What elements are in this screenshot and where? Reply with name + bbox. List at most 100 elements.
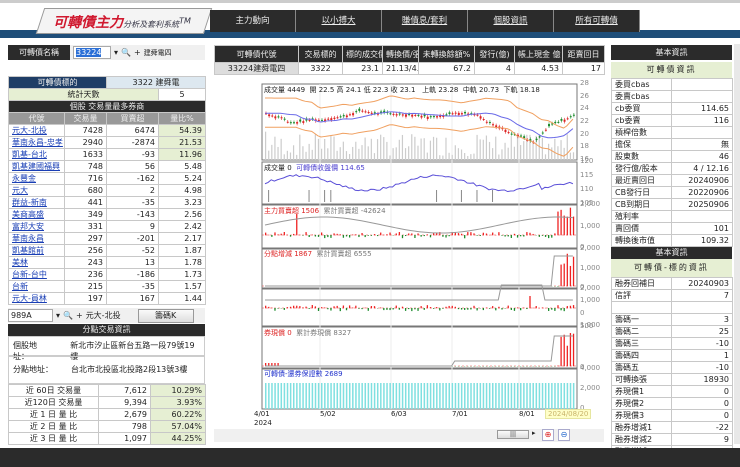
summary-cell: 23.1 xyxy=(342,62,383,75)
cb-search-input[interactable]: 33224 xyxy=(73,46,111,59)
y-tick: 1,000 xyxy=(580,263,601,272)
broker-row[interactable]: 群益-新南 441 -35 3.23 xyxy=(8,196,206,209)
broker-link[interactable]: 富邦大安 xyxy=(12,222,44,231)
volume-bar xyxy=(411,134,413,160)
broker-link[interactable]: 元大 xyxy=(12,186,28,195)
dropdown-icon[interactable]: ▾ xyxy=(56,311,60,320)
net-bar xyxy=(367,308,369,311)
broker-row[interactable]: 台新-台中 236 -186 1.73 xyxy=(8,268,206,281)
guarantee-bar xyxy=(516,383,519,409)
broker-link[interactable]: 元大-員林 xyxy=(12,294,47,303)
broker-row[interactable]: 凱基館前 256 -52 1.87 xyxy=(8,244,206,257)
broker-link[interactable]: 台新-台中 xyxy=(12,270,47,279)
candle-body xyxy=(479,116,482,119)
guarantee-bar xyxy=(311,383,314,409)
candle-body xyxy=(271,115,274,117)
broker-row[interactable]: 元大-員林 197 167 1.44 xyxy=(8,292,206,305)
target-value: 3322 建舜電 xyxy=(106,76,206,89)
net-bar xyxy=(330,308,332,311)
nav-small-big[interactable]: 以小搏大 xyxy=(296,10,382,32)
guarantee-bar xyxy=(370,383,373,409)
volume-bar xyxy=(501,149,503,160)
net-bar xyxy=(566,216,568,236)
guarantee-bar xyxy=(488,383,491,409)
broker-row[interactable]: 美商高盛 349 -143 2.56 xyxy=(8,208,206,221)
net-bar xyxy=(408,233,410,236)
net-bar xyxy=(367,235,369,236)
nav-main-force[interactable]: 主力動向 xyxy=(210,10,296,32)
broker-row[interactable]: 凱基建國福興 748 56 5.48 xyxy=(8,160,206,173)
volume-bar xyxy=(342,141,344,160)
net-bar xyxy=(470,232,472,236)
stock-chart[interactable] xyxy=(214,78,604,445)
broker-link[interactable]: 凱基建國福興 xyxy=(12,162,60,171)
p6-repay: 券現償 0 xyxy=(264,329,292,337)
add-icon[interactable]: + xyxy=(134,48,141,57)
net-bar xyxy=(560,209,562,236)
broker-row[interactable]: 台新 215 -35 1.57 xyxy=(8,280,206,293)
broker-link[interactable]: 群益-新南 xyxy=(12,198,47,207)
net-bar xyxy=(296,305,298,309)
volume-bar xyxy=(420,138,422,160)
broker-row[interactable]: 富邦大安 331 9 2.42 xyxy=(8,220,206,233)
candle-body xyxy=(299,119,302,122)
net-bar xyxy=(457,308,460,310)
chart-area[interactable]: 成交量 4449 開 22.5 高 24.1 低 22.3 收 23.1 上軌 … xyxy=(214,78,604,445)
branch-search-input[interactable]: 989A xyxy=(8,309,53,322)
broker-row[interactable]: 美林 243 13 1.78 xyxy=(8,256,206,269)
net-bar xyxy=(460,233,463,236)
broker-link[interactable]: 元大-北投 xyxy=(12,126,47,135)
guarantee-bar xyxy=(439,383,441,409)
search-icon[interactable]: 🔍 xyxy=(121,48,131,57)
broker-link[interactable]: 永豐金 xyxy=(12,174,36,183)
info-value: 3 xyxy=(671,313,733,326)
volume-bar xyxy=(473,153,475,160)
broker-link[interactable]: 凱基-台北 xyxy=(12,150,47,159)
candle-body xyxy=(404,114,407,117)
nav-stock-info[interactable]: 個股資訊 xyxy=(468,10,554,32)
info-row: 擔保無 xyxy=(611,138,733,151)
chip-k-button[interactable]: 籌碼K xyxy=(137,308,194,323)
dropdown-icon[interactable]: ▾ xyxy=(114,48,118,57)
broker-link[interactable]: 美林 xyxy=(12,258,28,267)
broker-row[interactable]: 永豐金 716 -162 5.24 xyxy=(8,172,206,185)
broker-link[interactable]: 華南永昌-忠孝 xyxy=(12,138,63,147)
broker-row[interactable]: 華南永昌-忠孝 2940 -2874 21.53 xyxy=(8,136,206,149)
volume-bar xyxy=(311,149,313,160)
info-label: 券現償1 xyxy=(611,385,672,398)
net-bar xyxy=(557,211,559,236)
chart-scrollbar[interactable]: ||| xyxy=(497,430,529,439)
target-label: 可轉債標的 xyxy=(8,76,107,89)
cb-name-display: 建舜電四 xyxy=(143,48,172,57)
company-address-row: 個股地址： 新北市汐止區新台五路一段79號19樓 xyxy=(8,336,205,361)
volume-bar xyxy=(339,147,341,160)
nav-all-cb[interactable]: 所有可轉債 xyxy=(554,10,640,32)
net-bar xyxy=(339,234,341,236)
search-icon[interactable]: 🔍 xyxy=(63,311,73,320)
broker-row[interactable]: 元大-北投 7428 6474 54.39 xyxy=(8,124,206,137)
guarantee-bar xyxy=(429,383,432,409)
broker-link[interactable]: 華南永昌 xyxy=(12,234,44,243)
scroll-arrow-icon[interactable]: ▸ xyxy=(532,429,536,437)
net-bar xyxy=(566,306,568,309)
net-bar xyxy=(557,305,559,309)
net-bar xyxy=(380,232,382,236)
volume-bar xyxy=(467,155,469,160)
info-value: 109.32 xyxy=(671,234,733,247)
page-scrollbar[interactable] xyxy=(734,44,740,444)
candle-body xyxy=(482,119,485,121)
broker-row[interactable]: 元大 680 2 4.98 xyxy=(8,184,206,197)
broker-ratio: 4.98 xyxy=(158,184,206,197)
guarantee-bar xyxy=(408,383,410,409)
broker-row[interactable]: 凱基-台北 1633 -93 11.96 xyxy=(8,148,206,161)
broker-row[interactable]: 華南永昌 297 -201 2.17 xyxy=(8,232,206,245)
broker-link[interactable]: 凱基館前 xyxy=(12,246,44,255)
broker-link[interactable]: 美商高盛 xyxy=(12,210,44,219)
nav-interest-arbitrage[interactable]: 賺債息/套利 xyxy=(382,10,468,32)
net-bar xyxy=(572,305,575,309)
add-icon[interactable]: + xyxy=(76,311,83,320)
zoom-out-icon[interactable]: ⊖ xyxy=(558,429,570,441)
zoom-in-icon[interactable]: ⊕ xyxy=(542,429,554,441)
broker-link[interactable]: 台新 xyxy=(12,282,28,291)
net-bar xyxy=(479,235,481,236)
